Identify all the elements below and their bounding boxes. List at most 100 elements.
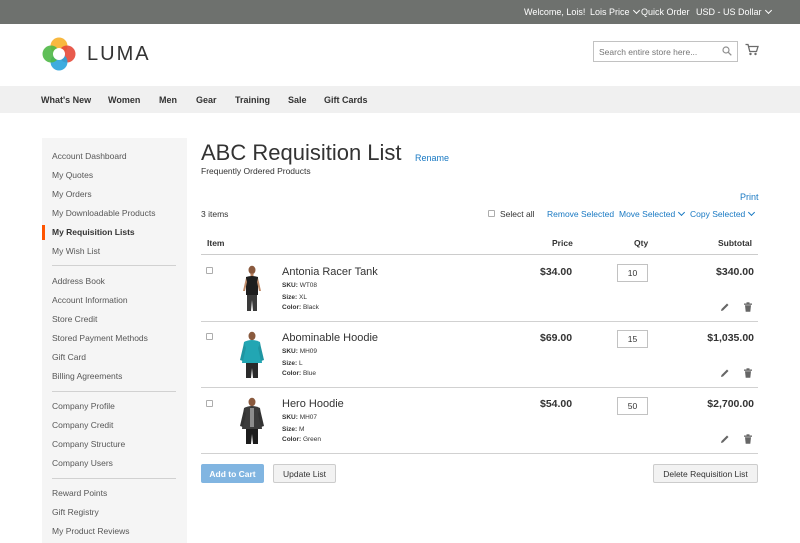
product-size: Size: XL: [282, 294, 307, 301]
currency-label: USD - US Dollar: [696, 7, 762, 17]
search-input[interactable]: [594, 42, 714, 61]
sidebar-item-company-users[interactable]: Company Users: [52, 458, 113, 468]
quick-order-link[interactable]: Quick Order: [641, 7, 690, 17]
account-label: Lois Price: [590, 7, 630, 17]
nav-item-whats-new[interactable]: What's New: [41, 95, 91, 105]
size-value: XL: [298, 294, 307, 301]
copy-selected-label: Copy Selected: [690, 209, 746, 219]
product-name[interactable]: Antonia Racer Tank: [282, 266, 378, 278]
row-checkbox[interactable]: [206, 333, 213, 340]
product-color: Color: Black: [282, 304, 319, 311]
size-label: Size:: [282, 426, 298, 433]
nav-item-men[interactable]: Men: [159, 95, 177, 105]
product-image[interactable]: [237, 264, 267, 314]
search-box[interactable]: [593, 41, 738, 62]
sidebar-item-address-book[interactable]: Address Book: [52, 276, 105, 286]
size-value: L: [298, 360, 303, 367]
sidebar-item-gift-registry[interactable]: Gift Registry: [52, 507, 99, 517]
product-size: Size: M: [282, 426, 304, 433]
product-subtotal: $2,700.00: [707, 398, 754, 410]
edit-icon[interactable]: [720, 368, 730, 378]
trash-icon[interactable]: [743, 368, 753, 378]
row-checkbox[interactable]: [206, 267, 213, 274]
color-value: Blue: [302, 370, 316, 377]
sku-value: MH07: [299, 414, 318, 421]
product-price: $34.00: [540, 266, 573, 278]
rename-link[interactable]: Rename: [415, 153, 449, 163]
color-label: Color:: [282, 436, 302, 443]
product-price: $54.00: [540, 398, 573, 410]
sidebar-item-company-profile[interactable]: Company Profile: [52, 401, 115, 411]
sku-value: WT08: [299, 282, 318, 289]
edit-icon[interactable]: [720, 302, 730, 312]
product-price: $69.00: [540, 332, 573, 344]
product-color: Color: Green: [282, 436, 321, 443]
items-count: 3 items: [201, 209, 229, 219]
column-header-qty: Qty: [634, 238, 649, 248]
nav-item-gift-cards[interactable]: Gift Cards: [324, 95, 368, 105]
sidebar-item-reward-points[interactable]: Reward Points: [52, 488, 107, 498]
sidebar-item-my-requisition-lists[interactable]: My Requisition Lists: [52, 227, 135, 237]
add-to-cart-button[interactable]: Add to Cart: [201, 464, 264, 483]
sidebar-item-my-orders[interactable]: My Orders: [52, 189, 92, 199]
select-all-label[interactable]: Select all: [500, 209, 535, 219]
column-header-price: Price: [552, 238, 573, 248]
nav-item-sale[interactable]: Sale: [288, 95, 307, 105]
select-all-checkbox[interactable]: [488, 210, 495, 217]
sidebar-item-company-credit[interactable]: Company Credit: [52, 420, 113, 430]
list-description: Frequently Ordered Products: [201, 166, 311, 176]
product-image[interactable]: [237, 396, 267, 446]
chevron-down-icon: [678, 208, 686, 217]
row-divider: [201, 387, 758, 388]
main-navigation: What's New Women Men Gear Training Sale …: [0, 86, 800, 113]
trash-icon[interactable]: [743, 302, 753, 312]
quantity-input[interactable]: 10: [617, 264, 648, 282]
product-name[interactable]: Hero Hoodie: [282, 398, 344, 410]
product-image[interactable]: [237, 330, 267, 380]
search-icon[interactable]: [722, 46, 732, 56]
move-selected-dropdown[interactable]: Move Selected: [619, 208, 686, 219]
sidebar-item-gift-card[interactable]: Gift Card: [52, 352, 86, 362]
copy-selected-dropdown[interactable]: Copy Selected: [690, 208, 756, 219]
sidebar-item-billing-agreements[interactable]: Billing Agreements: [52, 371, 122, 381]
logo-text[interactable]: LUMA: [87, 43, 151, 66]
print-link[interactable]: Print: [740, 192, 759, 202]
sidebar-item-my-quotes[interactable]: My Quotes: [52, 170, 93, 180]
sidebar-item-company-structure[interactable]: Company Structure: [52, 439, 125, 449]
luma-logo-icon[interactable]: [42, 37, 76, 71]
currency-dropdown[interactable]: USD - US Dollar: [696, 6, 772, 17]
sidebar-item-my-product-reviews[interactable]: My Product Reviews: [52, 526, 129, 536]
update-list-button[interactable]: Update List: [273, 464, 336, 483]
remove-selected-link[interactable]: Remove Selected: [547, 209, 614, 219]
color-label: Color:: [282, 370, 302, 377]
row-checkbox[interactable]: [206, 400, 213, 407]
sidebar-item-stored-payment-methods[interactable]: Stored Payment Methods: [52, 333, 148, 343]
cart-icon[interactable]: [745, 43, 759, 56]
row-divider: [201, 453, 758, 454]
product-subtotal: $340.00: [716, 266, 754, 278]
edit-icon[interactable]: [720, 434, 730, 444]
top-bar: Welcome, Lois! Lois Price Quick Order US…: [0, 0, 800, 24]
account-sidebar: Account Dashboard My Quotes My Orders My…: [42, 138, 187, 543]
product-name[interactable]: Abominable Hoodie: [282, 332, 378, 344]
sidebar-item-my-wish-list[interactable]: My Wish List: [52, 246, 100, 256]
nav-item-gear[interactable]: Gear: [196, 95, 217, 105]
size-label: Size:: [282, 294, 298, 301]
sidebar-divider: [52, 391, 176, 392]
nav-item-training[interactable]: Training: [235, 95, 270, 105]
delete-requisition-list-button[interactable]: Delete Requisition List: [653, 464, 758, 483]
sidebar-item-account-information[interactable]: Account Information: [52, 295, 128, 305]
sidebar-item-store-credit[interactable]: Store Credit: [52, 314, 97, 324]
account-dropdown[interactable]: Lois Price: [590, 6, 640, 17]
nav-item-women[interactable]: Women: [108, 95, 140, 105]
quantity-input[interactable]: 50: [617, 397, 648, 415]
quantity-input[interactable]: 15: [617, 330, 648, 348]
welcome-text: Welcome, Lois!: [524, 7, 586, 17]
chevron-down-icon: [764, 6, 772, 15]
sku-value: MH09: [299, 348, 318, 355]
sidebar-item-account-dashboard[interactable]: Account Dashboard: [52, 151, 127, 161]
chevron-down-icon: [632, 6, 640, 15]
sidebar-item-my-downloadable-products[interactable]: My Downloadable Products: [52, 208, 155, 218]
product-sku: SKU: MH07: [282, 414, 317, 421]
trash-icon[interactable]: [743, 434, 753, 444]
